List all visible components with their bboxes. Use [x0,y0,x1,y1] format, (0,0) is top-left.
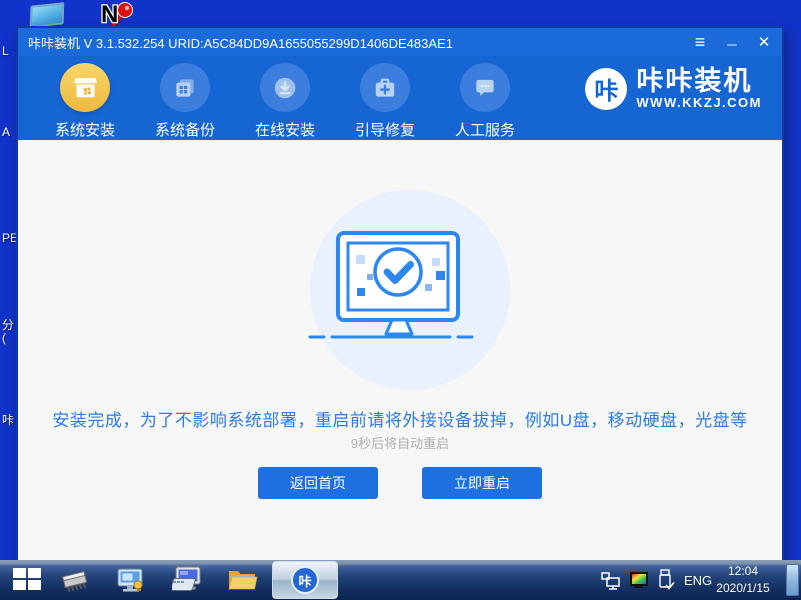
main-content: 安装完成，为了不影响系统部署，重启前请将外接设备拔掉，例如U盘，移动硬盘，光盘等… [18,140,782,560]
taskbar: 咔 ENG 12:04 2020/1/15 [0,560,801,600]
nav-item-online-install[interactable]: 在线安装 [235,56,335,140]
taskbar-active-app-kaka[interactable]: 咔 [272,561,338,599]
n-key-icon: N [100,1,138,28]
nav-label: 引导修复 [355,119,415,140]
tray-time: 12:04 [708,563,778,580]
network-icon [601,572,623,590]
desktop-label-fragment: PE [2,231,18,245]
memory-chip-icon [58,567,92,595]
desktop-label-fragment: ( [2,331,6,345]
desktop-display-icon[interactable] [30,4,64,26]
taskbar-file-explorer[interactable] [228,568,258,598]
chat-icon [460,63,510,112]
installer-window: 咔咔装机 V 3.1.532.254 URID:A5C84DD9A1655055… [18,28,782,560]
nav-bar: 系统安装 系统备份 [18,56,782,140]
color-display-icon [629,571,649,589]
nav-label: 人工服务 [455,119,515,140]
desktop-label-fragment: L [2,44,9,58]
restart-now-button[interactable]: 立即重启 [422,467,542,499]
monitor-check-illustration [288,225,532,350]
display-icon [30,2,65,28]
windows-logo-icon [13,568,41,590]
taskbar-chip-tool[interactable] [58,567,92,600]
tray-display-icon[interactable] [629,571,649,594]
usb-icon [657,569,675,591]
window-title: 咔咔装机 V 3.1.532.254 URID:A5C84DD9A1655055… [28,33,692,52]
nav-item-system-install[interactable]: 系统安装 [35,56,135,140]
taskbar-partition-tool[interactable] [116,567,146,599]
brand-name: 咔咔装机 [636,67,762,95]
brand-url: WWW.KKZJ.COM [636,95,762,110]
nav-label: 系统安装 [55,119,115,140]
package-icon [60,63,110,112]
backup-icon [160,63,210,112]
folder-icon [228,568,258,593]
tray-network-icon[interactable] [601,572,623,595]
keyboard-monitor-icon [172,566,204,595]
nav-label: 系统备份 [155,119,215,140]
monitor-key-icon [116,567,146,594]
titlebar: 咔咔装机 V 3.1.532.254 URID:A5C84DD9A1655055… [18,28,782,56]
nav-item-human-service[interactable]: 人工服务 [435,56,535,140]
desktop-label-fragment: A [2,125,10,139]
desktop-label-fragment: 咔 [2,411,14,428]
taskbar-keyboard-tool[interactable] [172,566,204,600]
svg-text:N: N [101,1,118,28]
brand-logo: 咔 咔咔装机 WWW.KKZJ.COM [585,67,762,110]
tray-date: 2020/1/15 [708,580,778,597]
completion-message: 安装完成，为了不影响系统部署，重启前请将外接设备拔掉，例如U盘，移动硬盘，光盘等 [18,406,782,431]
nav-item-system-backup[interactable]: 系统备份 [135,56,235,140]
nav-item-boot-repair[interactable]: 引导修复 [335,56,435,140]
tray-clock[interactable]: 12:04 2020/1/15 [708,563,778,597]
start-button[interactable] [13,568,41,590]
close-icon[interactable]: ✕ [756,35,772,50]
download-icon [260,63,310,112]
brand-mark-icon: 咔 [585,68,627,110]
kaka-app-icon: 咔 [291,566,319,594]
toolbox-icon [360,63,410,112]
minimize-icon[interactable]: ─ [724,38,740,51]
tray-usb-icon[interactable] [657,569,675,596]
menu-icon[interactable]: ≡ [692,33,708,51]
restart-countdown: 9秒后将自动重启 [18,433,782,452]
nav-label: 在线安装 [255,119,315,140]
show-desktop-button[interactable] [786,564,799,596]
back-home-button[interactable]: 返回首页 [258,467,378,499]
